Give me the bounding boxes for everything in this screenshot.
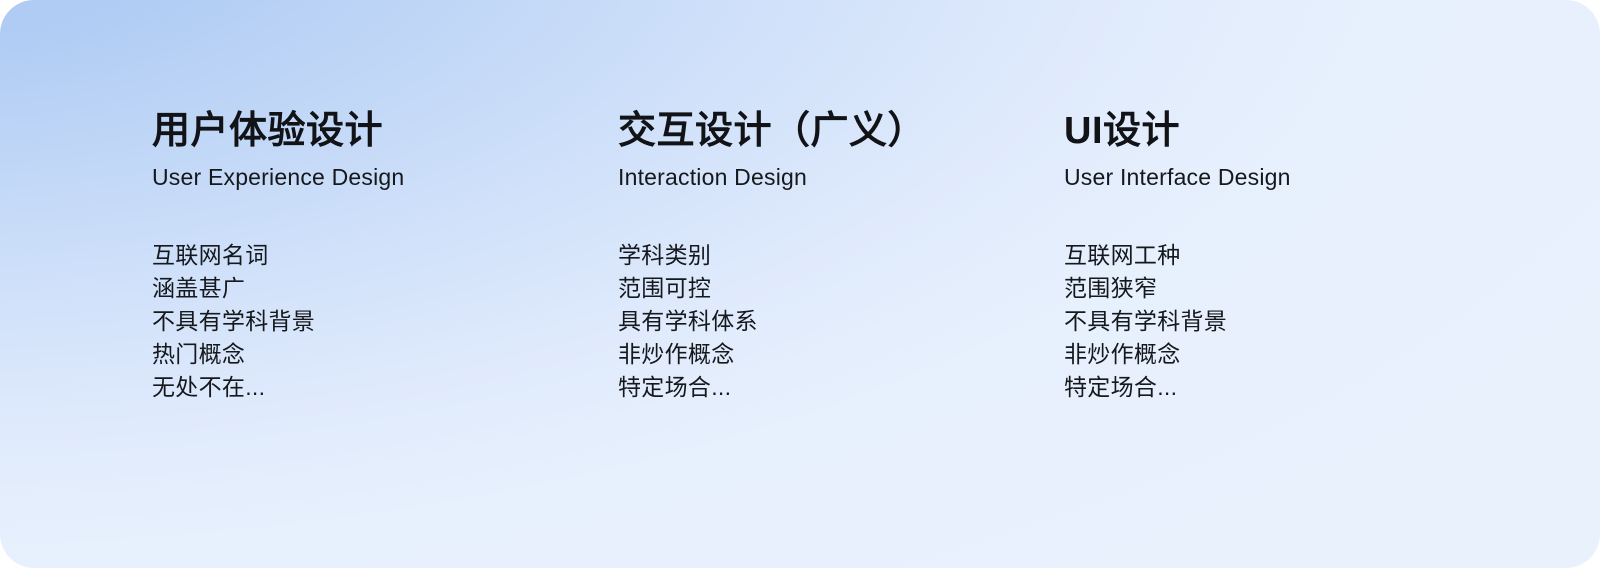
column-subtitle: Interaction Design: [618, 164, 807, 190]
list-item: 范围狭窄: [1064, 275, 1158, 301]
list-item: 特定场合...: [1064, 374, 1178, 400]
list-item: 学科类别: [618, 242, 712, 268]
list-item: 非炒作概念: [618, 341, 735, 367]
list-item: 无处不在...: [152, 374, 266, 400]
comparison-columns: 用户体验设计 User Experience Design 互联网名词 涵盖甚广…: [152, 108, 1552, 404]
column-subtitle: User Experience Design: [152, 164, 405, 190]
list-item: 涵盖甚广: [152, 275, 246, 301]
column-subtitle: User Interface Design: [1064, 164, 1291, 190]
list-item: 非炒作概念: [1064, 341, 1181, 367]
slide-canvas: 用户体验设计 User Experience Design 互联网名词 涵盖甚广…: [0, 0, 1600, 568]
column-user-experience-design: 用户体验设计 User Experience Design 互联网名词 涵盖甚广…: [152, 108, 618, 404]
list-item: 不具有学科背景: [152, 308, 316, 334]
column-interaction-design: 交互设计（广义） Interaction Design 学科类别 范围可控 具有…: [618, 108, 1064, 404]
list-item: 互联网工种: [1064, 242, 1181, 268]
list-item: 互联网名词: [152, 242, 269, 268]
column-title: UI设计: [1064, 110, 1181, 152]
list-item: 不具有学科背景: [1064, 308, 1228, 334]
column-attribute-list: 互联网名词 涵盖甚广 不具有学科背景 热门概念 无处不在...: [152, 239, 618, 404]
column-ui-design: UI设计 User Interface Design 互联网工种 范围狭窄 不具…: [1064, 108, 1552, 404]
column-title: 用户体验设计: [152, 110, 384, 152]
column-title: 交互设计（广义）: [618, 110, 927, 152]
list-item: 热门概念: [152, 341, 246, 367]
column-attribute-list: 学科类别 范围可控 具有学科体系 非炒作概念 特定场合...: [618, 239, 1064, 404]
list-item: 特定场合...: [618, 374, 732, 400]
column-attribute-list: 互联网工种 范围狭窄 不具有学科背景 非炒作概念 特定场合...: [1064, 239, 1552, 404]
list-item: 具有学科体系: [618, 308, 758, 334]
list-item: 范围可控: [618, 275, 712, 301]
